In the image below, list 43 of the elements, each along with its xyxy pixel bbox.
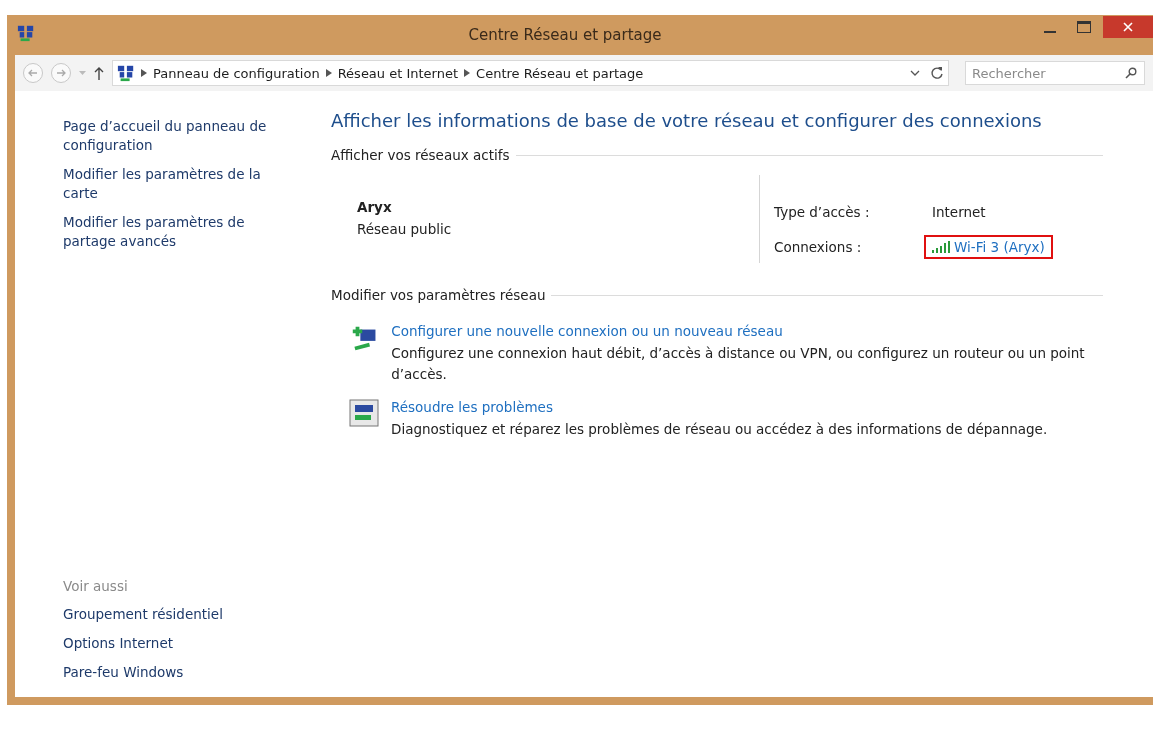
access-type: Internet xyxy=(932,203,986,220)
task-link[interactable]: Configurer une nouvelle connexion ou un nouveau réseau xyxy=(391,323,1103,339)
minimize-icon xyxy=(1044,30,1056,33)
maximize-icon xyxy=(1077,21,1091,33)
task-link[interactable]: Résoudre les problèmes xyxy=(391,399,1048,415)
detail-label: Type d’accès : xyxy=(774,203,871,220)
network-icon xyxy=(117,64,135,82)
signal-icon xyxy=(932,240,950,253)
section-heading: Modifier vos paramètres réseau xyxy=(331,287,546,303)
close-icon xyxy=(1123,22,1133,32)
window-title: Centre Réseau et partage xyxy=(467,26,663,44)
sidebar-link[interactable]: Groupement résidentiel xyxy=(63,606,323,622)
chevron-icon xyxy=(325,69,332,77)
section-heading: Voir aussi xyxy=(63,578,129,594)
address-bar[interactable]: Panneau de configuration Réseau et Internet Centre Réseau et partage xyxy=(112,60,949,86)
search-icon[interactable] xyxy=(1125,67,1137,79)
task-description: Configurez une connexion haut débit, d’accès à distance ou VPN, ou configurez un routeur ou un point d’accès. xyxy=(391,344,1086,384)
connection-link[interactable]: Wi-Fi 3 (Aryx) xyxy=(954,238,1045,255)
sidebar-link[interactable]: Pare-feu Windows xyxy=(63,664,323,680)
breadcrumb[interactable]: Panneau de configuration xyxy=(153,65,320,81)
refresh-icon[interactable] xyxy=(930,66,944,80)
chevron-icon xyxy=(141,69,147,77)
network-icon xyxy=(17,24,35,42)
up-arrow-icon[interactable] xyxy=(94,66,104,80)
sidebar-link[interactable]: Page d’accueil du panneau de configuration xyxy=(63,117,278,155)
detail-label: Connexions : xyxy=(774,238,863,255)
chevron-icon xyxy=(464,69,471,77)
breadcrumb[interactable]: Réseau et Internet xyxy=(337,65,459,81)
sidebar-link[interactable]: Modifier les paramètres de partage avancés xyxy=(63,213,278,251)
close-button[interactable] xyxy=(1103,16,1153,38)
search-field[interactable]: Rechercher xyxy=(965,61,1145,85)
chevron-down-icon[interactable] xyxy=(910,70,920,76)
forward-arrow-icon xyxy=(56,68,66,78)
network-name: Aryx xyxy=(357,199,393,215)
troubleshoot-icon xyxy=(349,399,379,427)
back-arrow-icon xyxy=(28,68,38,78)
network-category: Réseau public xyxy=(357,221,453,237)
page-heading: Afficher les informations de base de votre réseau et configurer des connexions xyxy=(331,110,1043,131)
task-description: Diagnostiquez et réparez les problèmes de réseau ou accédez à des informations de dépannage. xyxy=(391,420,1048,439)
sidebar-link[interactable]: Modifier les paramètres de la carte xyxy=(63,165,278,203)
section-heading: Afficher vos réseaux actifs xyxy=(331,147,510,163)
sidebar-link[interactable]: Options Internet xyxy=(63,635,323,651)
breadcrumb[interactable]: Centre Réseau et partage xyxy=(476,65,644,81)
